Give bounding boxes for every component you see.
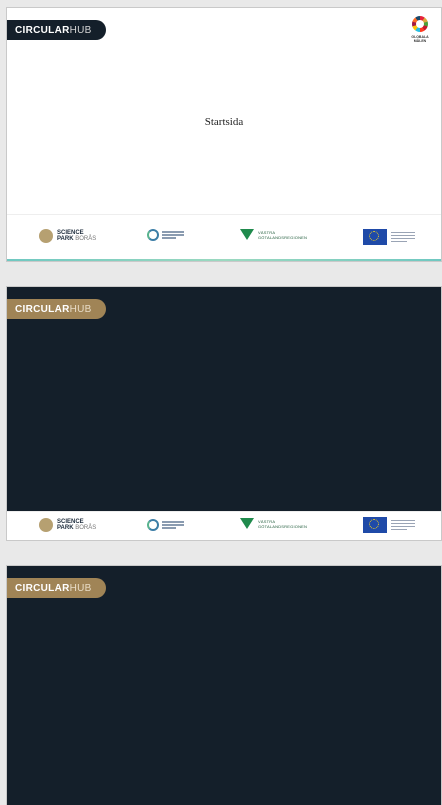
slide-thumbnail-1[interactable]: CIRCULAR HUB GLOBALA MÅLEN Startsida SCIE…: [7, 8, 441, 261]
eu-flag-icon: [363, 517, 387, 533]
circularhub-logo: CIRCULAR HUB: [7, 578, 106, 598]
globala-malen-logo: GLOBALA MÅLEN: [405, 16, 435, 54]
circularhub-logo: CIRCULAR HUB: [7, 20, 106, 40]
slide-title: Startsida: [204, 116, 244, 128]
circle-icon: [147, 229, 159, 241]
footer-accent-line: [7, 259, 441, 261]
logo-text-thin: HUB: [69, 582, 92, 594]
logo-text-thin: HUB: [69, 24, 92, 36]
slide-thumbnail-3[interactable]: CIRCULAR HUB: [7, 566, 441, 805]
science-park-boras-logo: SCIENCE PARK BORÅS: [39, 229, 96, 243]
vg-icon: [240, 518, 254, 529]
eu-logo: [363, 229, 415, 245]
vg-line2: GÖTALANDSREGIONEN: [258, 523, 308, 529]
circularhub-logo: CIRCULAR HUB: [7, 299, 106, 319]
slide-footer: SCIENCE PARK BORÅS VÄSTRA GÖTALANDSREGIO…: [7, 214, 441, 261]
sdg-wheel-icon: [412, 16, 428, 32]
logo-text-bold: CIRCULAR: [15, 24, 70, 36]
vastra-gotalandsregionen-logo: VÄSTRA GÖTALANDSREGIONEN: [240, 229, 307, 240]
vg-line2: GÖTALANDSREGIONEN: [258, 234, 308, 240]
sdg-text: GLOBALA MÅLEN: [411, 35, 429, 43]
vastra-gotalandsregionen-logo: VÄSTRA GÖTALANDSREGIONEN: [240, 518, 307, 529]
science-park-boras-logo: SCIENCE PARK BORÅS: [39, 518, 96, 532]
partner-logo-circle: [147, 229, 184, 241]
partner-logo-circle: [147, 519, 184, 531]
circle-icon: [147, 519, 159, 531]
eu-flag-icon: [363, 229, 387, 245]
eu-logo: [363, 517, 415, 533]
logo-text-thin: HUB: [69, 303, 92, 315]
science-park-line2-bold: PARK: [57, 525, 74, 531]
science-park-line2-bold: PARK: [57, 236, 74, 242]
slide-footer: SCIENCE PARK BORÅS VÄSTRA GÖTALANDSREGIO…: [7, 511, 441, 540]
logo-text-bold: CIRCULAR: [15, 303, 70, 315]
science-park-icon: [39, 229, 53, 243]
vg-icon: [240, 229, 254, 240]
logo-text-bold: CIRCULAR: [15, 582, 70, 594]
slide-thumbnail-2[interactable]: CIRCULAR HUB SCIENCE PARK BORÅS VÄSTRA GÖ…: [7, 287, 441, 540]
science-park-icon: [39, 518, 53, 532]
science-park-line2-thin: BORÅS: [75, 236, 97, 242]
science-park-line2-thin: BORÅS: [75, 525, 97, 531]
